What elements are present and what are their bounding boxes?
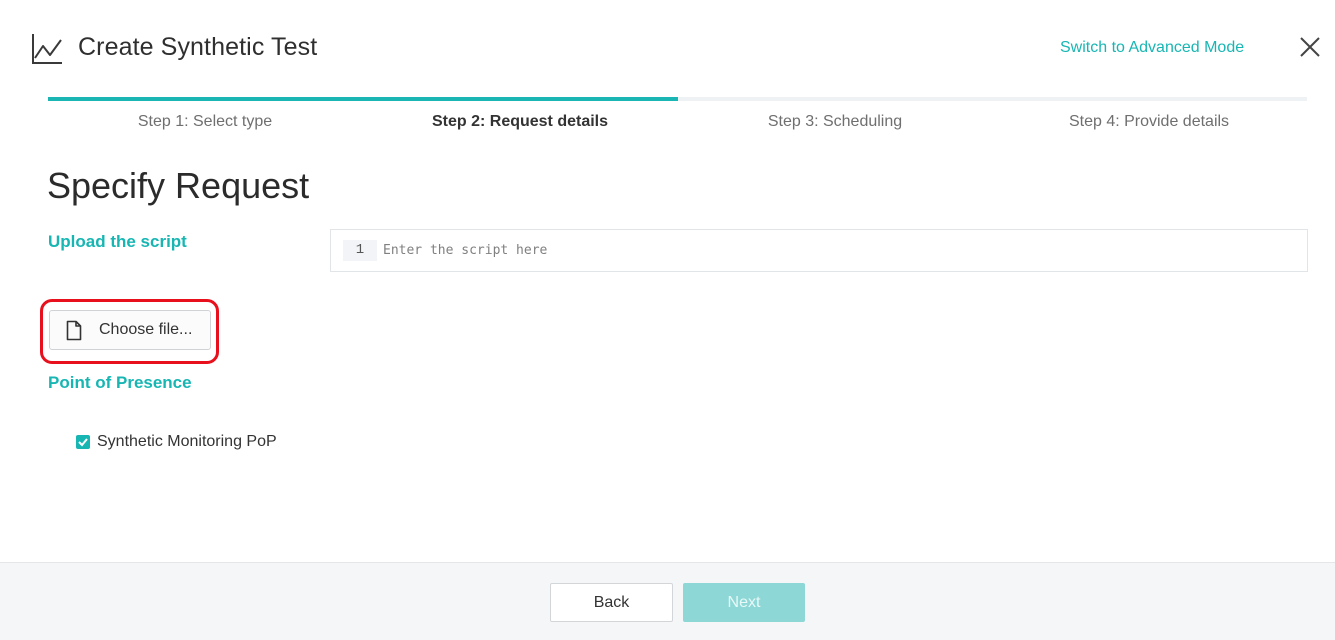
modal-footer: Back Next xyxy=(0,562,1335,640)
back-button[interactable]: Back xyxy=(550,583,673,622)
modal-title: Create Synthetic Test xyxy=(78,33,318,61)
point-of-presence-label: Point of Presence xyxy=(48,373,192,392)
step-3-scheduling: Step 3: Scheduling xyxy=(767,113,903,130)
switch-to-advanced-mode-link[interactable]: Switch to Advanced Mode xyxy=(1060,39,1244,57)
document-icon xyxy=(66,320,82,341)
line-chart-icon xyxy=(32,34,62,64)
script-editor[interactable]: 1 xyxy=(330,229,1308,272)
line-number: 1 xyxy=(343,240,377,261)
choose-file-label: Choose file... xyxy=(99,321,193,338)
progress-fill xyxy=(48,97,678,101)
choose-file-button[interactable]: Choose file... xyxy=(49,310,211,350)
checkmark-icon xyxy=(78,438,88,447)
step-4-provide-details: Step 4: Provide details xyxy=(1068,113,1230,130)
step-1-select-type: Step 1: Select type xyxy=(137,113,273,130)
step-2-request-details: Step 2: Request details xyxy=(431,113,609,130)
page-title: Specify Request xyxy=(47,165,310,206)
next-button[interactable]: Next xyxy=(683,583,805,622)
pop-option-synthetic-monitoring[interactable]: Synthetic Monitoring PoP xyxy=(76,432,277,452)
modal-header: Create Synthetic Test Switch to Advanced… xyxy=(0,0,1335,96)
script-input[interactable] xyxy=(383,240,1283,261)
close-icon[interactable] xyxy=(1299,36,1321,58)
progress-track xyxy=(48,97,1307,101)
pop-checkbox[interactable] xyxy=(76,435,90,449)
pop-checkbox-label: Synthetic Monitoring PoP xyxy=(97,433,277,450)
upload-script-label: Upload the script xyxy=(48,232,187,251)
